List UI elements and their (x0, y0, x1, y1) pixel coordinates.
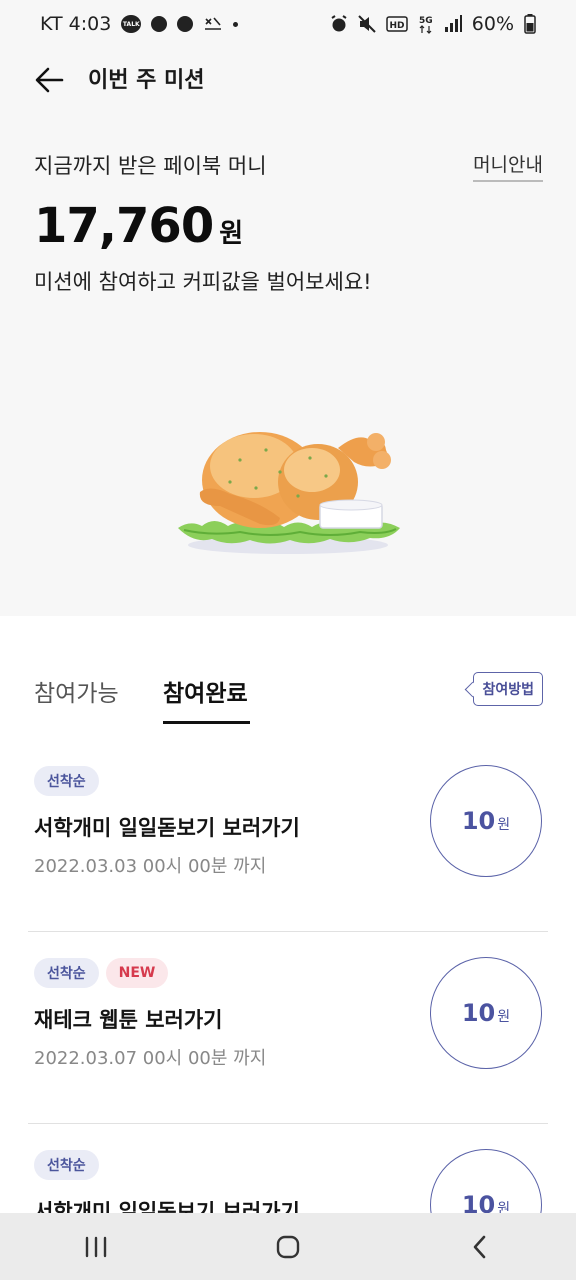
earned-money-label: 지금까지 받은 페이북 머니 (34, 154, 267, 178)
badge-group: 선착순 (34, 766, 99, 796)
5g-icon: 5G (419, 16, 433, 34)
mission-deadline: 2022.03.07 00시 00분 까지 (34, 1048, 267, 1069)
badge-group: 선착순 NEW (34, 958, 169, 988)
app-bar: 이번 주 미션 (0, 40, 576, 120)
dot-icon (233, 21, 239, 27)
talk-label: TALK (122, 20, 140, 28)
back-button[interactable] (450, 1222, 510, 1272)
hd-icon: HD (386, 16, 408, 32)
earned-amount: 17,760 원 (34, 198, 243, 254)
list-item[interactable]: 선착순 NEW 재테크 웹툰 보러가기 2022.03.07 00시 00분 까… (28, 932, 548, 1124)
tab-done[interactable]: 참여완료 (163, 674, 248, 708)
mission-tabs: 참여가능 참여완료 참여방법 (0, 660, 576, 730)
battery-level: 60% (471, 13, 514, 35)
first-come-badge: 선착순 (34, 766, 99, 796)
home-icon (276, 1235, 300, 1258)
system-nav-bar (0, 1213, 576, 1280)
home-button[interactable] (258, 1222, 318, 1272)
list-item[interactable]: 선착순 서학개미 일일돋보기 보러가기 2022.03.03 00시 00분 까… (28, 740, 548, 932)
how-to-participate-button[interactable]: 참여방법 (473, 672, 543, 706)
reward-amount: 10 (461, 999, 496, 1027)
svg-text:HD: HD (389, 21, 404, 31)
money-guide-link[interactable]: 머니안내 (473, 150, 543, 182)
reward-circle[interactable]: 10 원 (430, 957, 542, 1069)
mute-icon (358, 15, 376, 33)
svg-text:5G: 5G (419, 16, 433, 26)
mission-title: 재테크 웹툰 보러가기 (34, 1008, 223, 1032)
battery-icon (524, 14, 536, 34)
reward-amount: 10 (461, 807, 496, 835)
alarm-icon (331, 15, 347, 32)
c-icon (177, 16, 194, 32)
talk-icon: TALK (121, 15, 142, 33)
carrier-time: KT 4:03 (40, 13, 112, 35)
recent-apps-button[interactable] (66, 1222, 126, 1272)
reward-unit: 원 (497, 1009, 511, 1025)
active-tab-indicator (163, 721, 250, 724)
amount-value: 17,760 (34, 198, 214, 254)
first-come-badge: 선착순 (34, 1150, 99, 1180)
page-title: 이번 주 미션 (88, 68, 205, 93)
mission-title: 서학개미 일일돋보기 보러가기 (34, 816, 300, 840)
amount-unit: 원 (219, 219, 244, 249)
mission-list: 선착순 서학개미 일일돋보기 보러가기 2022.03.03 00시 00분 까… (0, 740, 576, 1280)
reward-unit: 원 (497, 817, 511, 833)
signal-icon (444, 15, 462, 32)
back-icon (473, 1235, 486, 1258)
roast-chicken-illustration (178, 432, 400, 554)
first-come-badge: 선착순 (34, 958, 99, 988)
mission-deadline: 2022.03.03 00시 00분 까지 (34, 856, 267, 877)
reward-circle[interactable]: 10 원 (430, 765, 542, 877)
tab-available[interactable]: 참여가능 (34, 674, 119, 708)
badge-group: 선착순 (34, 1150, 99, 1180)
recent-apps-icon (85, 1236, 107, 1257)
game-icon (205, 17, 222, 30)
back-arrow-icon[interactable] (30, 60, 70, 100)
circle-icon (151, 16, 168, 32)
new-badge: NEW (105, 958, 169, 988)
promo-text: 미션에 참여하고 커피값을 벌어보세요! (34, 270, 372, 294)
